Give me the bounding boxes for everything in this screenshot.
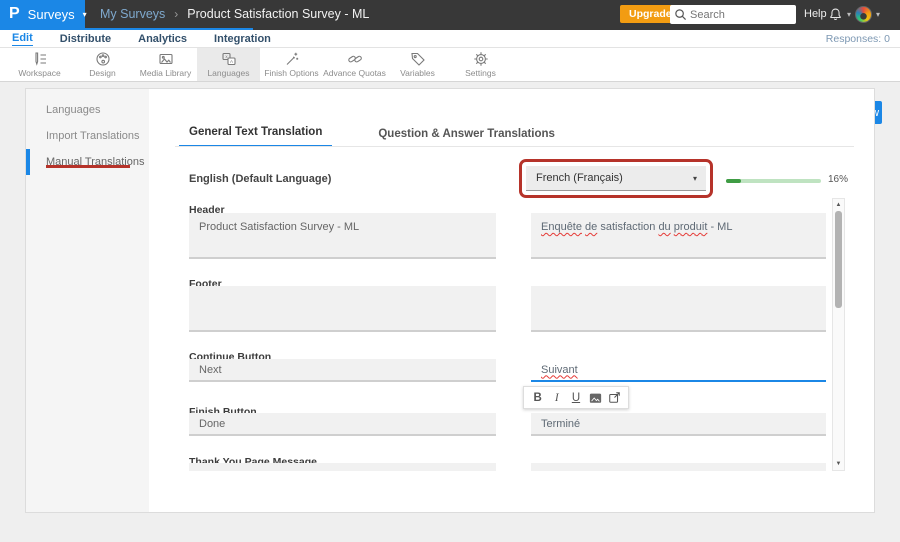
translation-tabs: General Text Translation Question & Answ… [179,89,565,147]
media-library-icon [158,51,174,67]
image-icon [589,392,602,404]
global-search [670,5,796,24]
breadcrumb: My Surveys › Product Satisfaction Survey… [100,0,369,28]
nav-tab-distribute[interactable]: Distribute [60,33,111,45]
toolbar-item-advance-quotas[interactable]: Advance Quotas [323,48,386,81]
chevron-down-icon: ▾ [693,174,697,183]
sidebar-item-import-translations[interactable]: Import Translations [26,123,149,149]
bell-icon [828,7,843,22]
breadcrumb-my-surveys[interactable]: My Surveys [100,7,165,21]
topbar: P Surveys ▾ My Surveys › Product Satisfa… [0,0,900,30]
scroll-down-icon[interactable]: ▼ [833,461,844,467]
toolbar-item-label: Design [89,68,115,78]
avatar [855,6,872,23]
sidebar-item-manual-translations[interactable]: Manual Translations [26,149,149,175]
help-link[interactable]: Help [804,0,827,28]
workspace-icon [32,51,48,67]
toolbar-item-label: Finish Options [264,68,318,78]
variables-icon [410,51,426,67]
toolbar-item-label: Workspace [18,68,60,78]
chevron-down-icon: ▾ [847,10,851,19]
footer-source-textarea[interactable] [189,286,496,332]
sidebar-item-languages[interactable]: Languages [26,97,149,123]
translation-progress-fill [726,179,741,183]
toolbar-item-label: Variables [400,68,435,78]
thank-you-source-textarea[interactable] [189,463,496,471]
notifications-button[interactable]: ▾ [828,0,851,28]
source-language-label: English (Default Language) [189,173,331,185]
toolbar-item-media-library[interactable]: Media Library [134,48,197,81]
manual-translations-main: General Text Translation Question & Answ… [149,89,874,512]
header-translation-textarea[interactable]: Enquête de satisfaction du produit - ML [531,213,826,259]
breadcrumb-survey-title: Product Satisfaction Survey - ML [187,7,369,21]
vertical-scrollbar[interactable]: ▲ ▼ [832,198,845,471]
bold-button[interactable]: B [530,389,546,406]
nav-tab-edit[interactable]: Edit [12,32,33,46]
footer-translation-textarea[interactable] [531,286,826,332]
continue-translation-input[interactable]: Suivant [531,359,826,382]
continue-source-input[interactable]: Next [189,359,496,382]
scroll-up-icon[interactable]: ▲ [833,202,844,208]
language-selector-row: English (Default Language) French (Franç… [149,147,874,198]
app-screen: P Surveys ▾ My Surveys › Product Satisfa… [0,0,900,542]
design-icon [95,51,111,67]
svg-text:A: A [229,59,232,64]
account-menu[interactable]: ▾ [855,0,880,28]
nav-tab-analytics[interactable]: Analytics [138,33,187,45]
questionpro-logo-icon: P [9,5,20,23]
search-icon [674,8,687,21]
breadcrumb-separator-icon: › [174,7,178,21]
toolbar-item-label: Media Library [140,68,192,78]
toolbar-item-languages[interactable]: xA Languages [197,48,260,81]
italic-button[interactable]: I [549,389,565,406]
header-source-textarea[interactable]: Product Satisfaction Survey - ML [189,213,496,259]
chevron-down-icon: ▾ [83,10,87,19]
annotation-red-underline [46,165,130,168]
thank-you-translation-textarea[interactable] [531,463,826,471]
nav-tab-integration[interactable]: Integration [214,33,271,45]
toolbar-item-variables[interactable]: Variables [386,48,449,81]
toolbar-item-design[interactable]: Design [71,48,134,81]
finish-translation-input[interactable]: Terminé [531,413,826,436]
product-menu-label: Surveys [28,7,75,22]
advance-quotas-icon [347,51,363,67]
rich-text-toolbar: B I U [523,386,629,409]
languages-sidebar: Languages Import Translations Manual Tra… [26,89,149,512]
tab-question-answer-translations[interactable]: Question & Answer Translations [368,128,565,147]
chevron-down-icon: ▾ [876,10,880,19]
insert-link-button[interactable] [606,389,622,406]
toolbar-item-label: Languages [207,68,249,78]
settings-icon [473,51,489,67]
insert-image-button[interactable] [587,389,603,406]
finish-source-input[interactable]: Done [189,413,496,436]
toolbar-item-workspace[interactable]: Workspace [8,48,71,81]
underline-button[interactable]: U [568,389,584,406]
search-input[interactable] [690,5,792,24]
product-menu[interactable]: P Surveys ▾ [0,0,85,28]
languages-panel: Languages Import Translations Manual Tra… [25,88,875,513]
translation-progress-bar [726,179,821,183]
scrollbar-thumb[interactable] [835,211,842,308]
translation-fields-scroll-area: Header Product Satisfaction Survey - ML … [149,198,874,471]
languages-icon: xA [221,51,237,67]
edit-toolbar: Workspace Design Media Library xA Langua… [0,48,900,82]
toolbar-item-settings[interactable]: Settings [449,48,512,81]
toolbar-item-label: Advance Quotas [323,68,386,78]
tab-general-text-translation[interactable]: General Text Translation [179,126,332,147]
target-language-value: French (Français) [536,172,623,184]
external-link-icon [608,391,621,404]
target-language-select[interactable]: French (Français) ▾ [526,166,706,191]
translation-progress-percent: 16% [828,174,848,185]
toolbar-item-label: Settings [465,68,496,78]
finish-options-icon [284,51,300,67]
toolbar-items: Workspace Design Media Library xA Langua… [0,48,900,81]
survey-nav: Edit Distribute Analytics Integration Re… [0,30,900,48]
responses-count[interactable]: Responses: 0 [826,30,890,48]
toolbar-item-finish-options[interactable]: Finish Options [260,48,323,81]
